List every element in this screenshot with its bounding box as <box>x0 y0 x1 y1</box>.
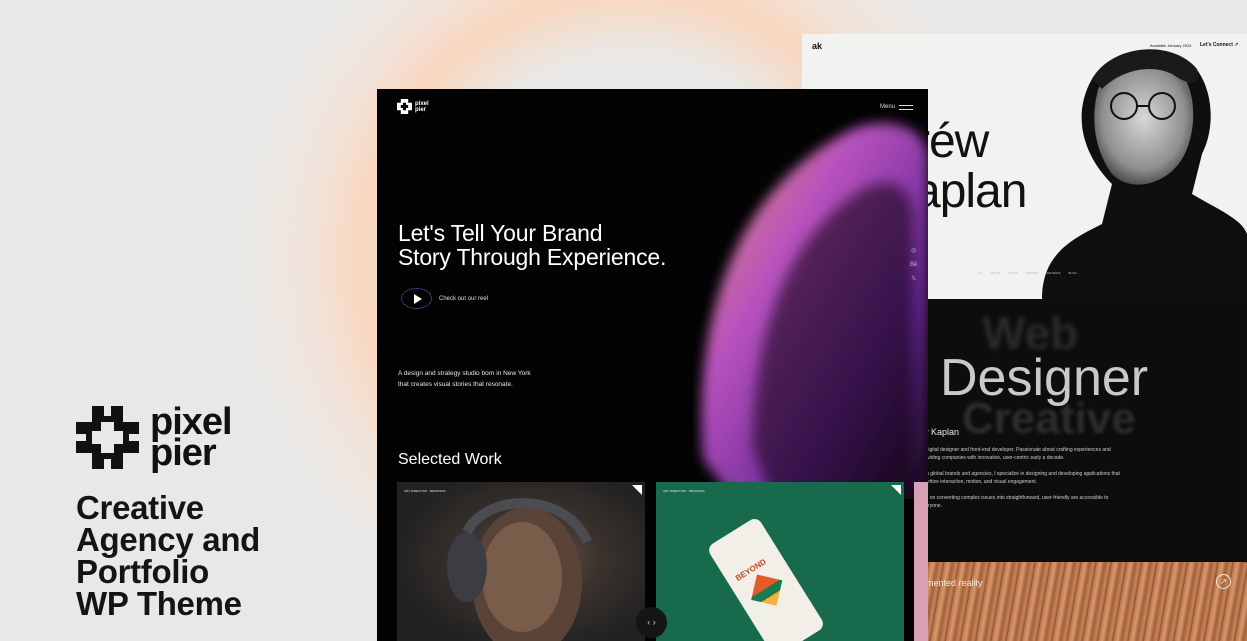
social-links: ◎ Bē 𝕏 <box>910 244 917 286</box>
logo-line2: pier <box>415 106 427 113</box>
nav-item[interactable]: REVIEWS <box>1047 271 1061 275</box>
bio-paragraph: een on converting complex issues into st… <box>920 495 1109 509</box>
brand-lockup: pixel pier <box>76 403 233 472</box>
menu-button[interactable]: Menu <box>880 104 895 110</box>
tagline-line: Portfolio <box>76 553 209 590</box>
bio-paragraph: with global brands and agencies, I speci… <box>920 471 1120 485</box>
hero-line: Let's Tell Your Brand <box>398 220 603 246</box>
card-tag: ART DIRECTION · BRANDING <box>404 489 446 493</box>
tagline-line: Agency and <box>76 521 261 558</box>
can-image: BEYOND <box>706 515 826 641</box>
portfolio-logo: ak <box>812 41 823 51</box>
tagline-line: Creative <box>76 489 204 526</box>
augmented-reality-card[interactable] <box>914 562 1247 641</box>
about-line: A design and strategy studio born in New… <box>398 370 531 377</box>
portfolio-name-line2: aplan <box>914 165 1027 218</box>
hamburger-icon[interactable] <box>899 105 913 113</box>
work-card-partial[interactable] <box>914 482 928 641</box>
work-card[interactable]: ART DIRECTION · BRANDING <box>397 482 645 641</box>
card-tag: ART DIRECTION · BRANDING <box>663 489 705 493</box>
arrow-circle-icon[interactable]: ↗ <box>1216 574 1231 589</box>
main-logo[interactable]: pixel pier <box>397 99 429 114</box>
play-reel-button[interactable] <box>401 288 432 309</box>
nav-item[interactable]: BLOG <box>1069 271 1077 275</box>
slider-arrows-button[interactable]: ‹ › <box>636 607 667 638</box>
availability-text: Available January 2024 <box>1150 43 1192 48</box>
behance-icon[interactable]: Bē <box>910 258 917 272</box>
about-line: that creates visual stories that resonat… <box>398 381 513 388</box>
bio-text: m digital designer and front-end develop… <box>920 446 1130 518</box>
pixelpier-logo-icon <box>76 406 139 469</box>
bio-paragraph: m digital designer and front-end develop… <box>920 447 1111 461</box>
nav-item[interactable]: WORK <box>1008 271 1017 275</box>
nav-item[interactable]: AK <box>978 271 982 275</box>
pixelpier-small-logo-icon <box>397 99 412 114</box>
play-icon <box>413 293 422 304</box>
x-icon[interactable]: 𝕏 <box>910 272 917 286</box>
can-artwork-icon <box>751 574 783 606</box>
hero-heading: Let's Tell Your Brand Story Through Expe… <box>398 221 666 269</box>
corner-icon <box>891 485 901 495</box>
work-card[interactable]: BEYOND ART DIRECTION · BRANDING <box>656 482 904 641</box>
nav-item[interactable]: ABOUT <box>990 271 1000 275</box>
portrait-image <box>1042 49 1247 299</box>
nav-item[interactable]: AWARDS <box>1026 271 1039 275</box>
main-preview-screenshot: pixel pier Menu Let's Tell Your Brand St… <box>377 89 928 641</box>
hero-line: Story Through Experience. <box>398 244 667 270</box>
augmented-reality-label: mented reality <box>926 578 983 588</box>
gradient-shape-image <box>701 123 928 499</box>
selected-work-heading: Selected Work <box>398 451 502 468</box>
portfolio-nav: AK ABOUT WORK AWARDS REVIEWS BLOG <box>978 271 1077 275</box>
tagline-line: WP Theme <box>76 585 242 622</box>
headphones-portrait-image <box>447 498 592 641</box>
about-text: A design and strategy studio born in New… <box>398 368 573 390</box>
logo-line1: pixel <box>415 100 429 107</box>
lets-connect-link[interactable]: Let's Connect ↗ <box>1200 42 1238 48</box>
big-creative-text: Creative <box>962 394 1136 443</box>
theme-tagline: Creative Agency and Portfolio WP Theme <box>76 489 261 622</box>
instagram-icon[interactable]: ◎ <box>910 244 917 258</box>
reel-label[interactable]: Check out our reel <box>439 296 488 302</box>
